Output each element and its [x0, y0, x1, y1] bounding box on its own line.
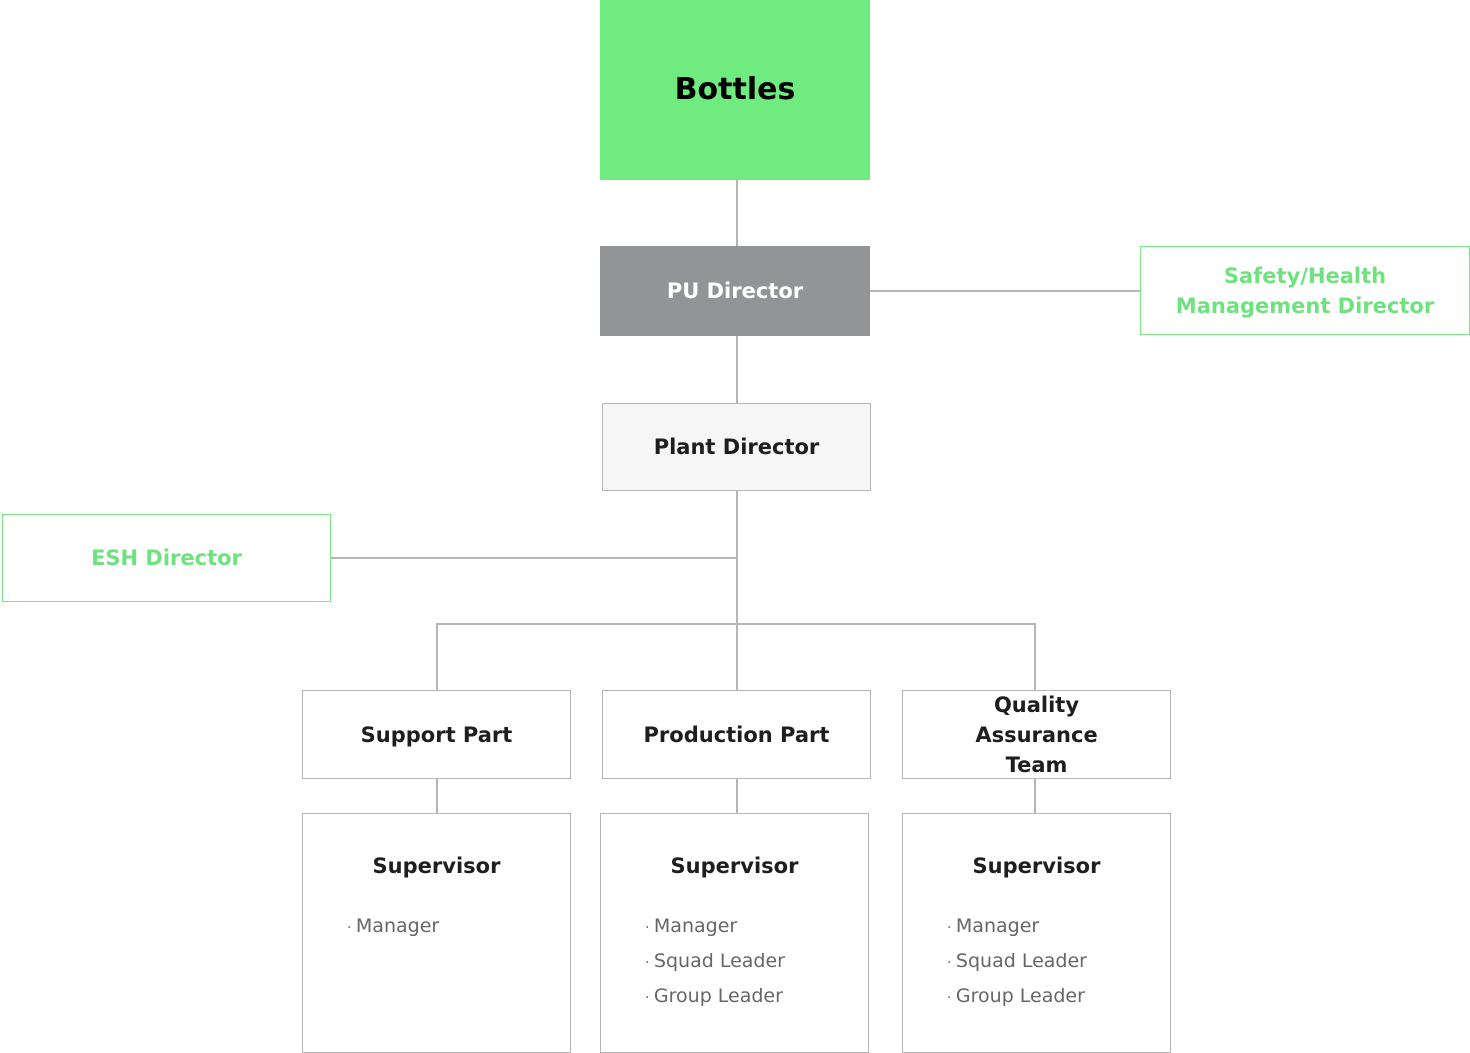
connector: [736, 779, 738, 813]
root-node: Bottles: [600, 0, 870, 180]
supervisor-node-production: Supervisor ManagerSquad LeaderGroup Lead…: [600, 813, 869, 1053]
connector: [1034, 779, 1036, 813]
role-item: Manager: [645, 915, 785, 950]
supervisor-node-quality: Supervisor ManagerSquad LeaderGroup Lead…: [902, 813, 1171, 1053]
connector: [736, 180, 738, 246]
safety-director-label: Safety/Health Management Director: [1175, 263, 1435, 318]
connector: [736, 336, 738, 403]
safety-director-node: Safety/Health Management Director: [1140, 246, 1470, 335]
role-item: Group Leader: [947, 985, 1087, 1020]
supervisor-node-support: Supervisor Manager: [302, 813, 571, 1053]
supervisor-title: Supervisor: [670, 854, 799, 878]
plant-director-label: Plant Director: [653, 435, 820, 459]
supervisor-title: Supervisor: [372, 854, 501, 878]
role-item: Squad Leader: [645, 950, 785, 985]
role-item: Manager: [947, 915, 1087, 950]
part-label: Support Part: [360, 722, 513, 747]
part-node-support: Support Part: [302, 690, 571, 779]
pu-director-node: PU Director: [600, 246, 870, 336]
part-label: Production Part: [643, 722, 830, 747]
part-node-quality: Quality Assurance Team: [902, 690, 1171, 779]
connector: [870, 290, 1140, 292]
part-label: Quality Assurance Team: [975, 692, 1098, 777]
connector: [436, 779, 438, 813]
connector: [331, 557, 736, 559]
connector: [436, 623, 1036, 625]
esh-director-label: ESH Director: [91, 546, 242, 570]
part-node-production: Production Part: [602, 690, 871, 779]
root-label: Bottles: [674, 72, 796, 107]
esh-director-node: ESH Director: [2, 514, 331, 602]
pu-director-label: PU Director: [666, 279, 804, 303]
connector: [1034, 623, 1036, 690]
role-item: Squad Leader: [947, 950, 1087, 985]
connector: [436, 623, 438, 690]
role-item: Group Leader: [645, 985, 785, 1020]
supervisor-title: Supervisor: [972, 854, 1101, 878]
role-item: Manager: [347, 915, 439, 950]
plant-director-node: Plant Director: [602, 403, 871, 491]
connector: [736, 491, 738, 690]
